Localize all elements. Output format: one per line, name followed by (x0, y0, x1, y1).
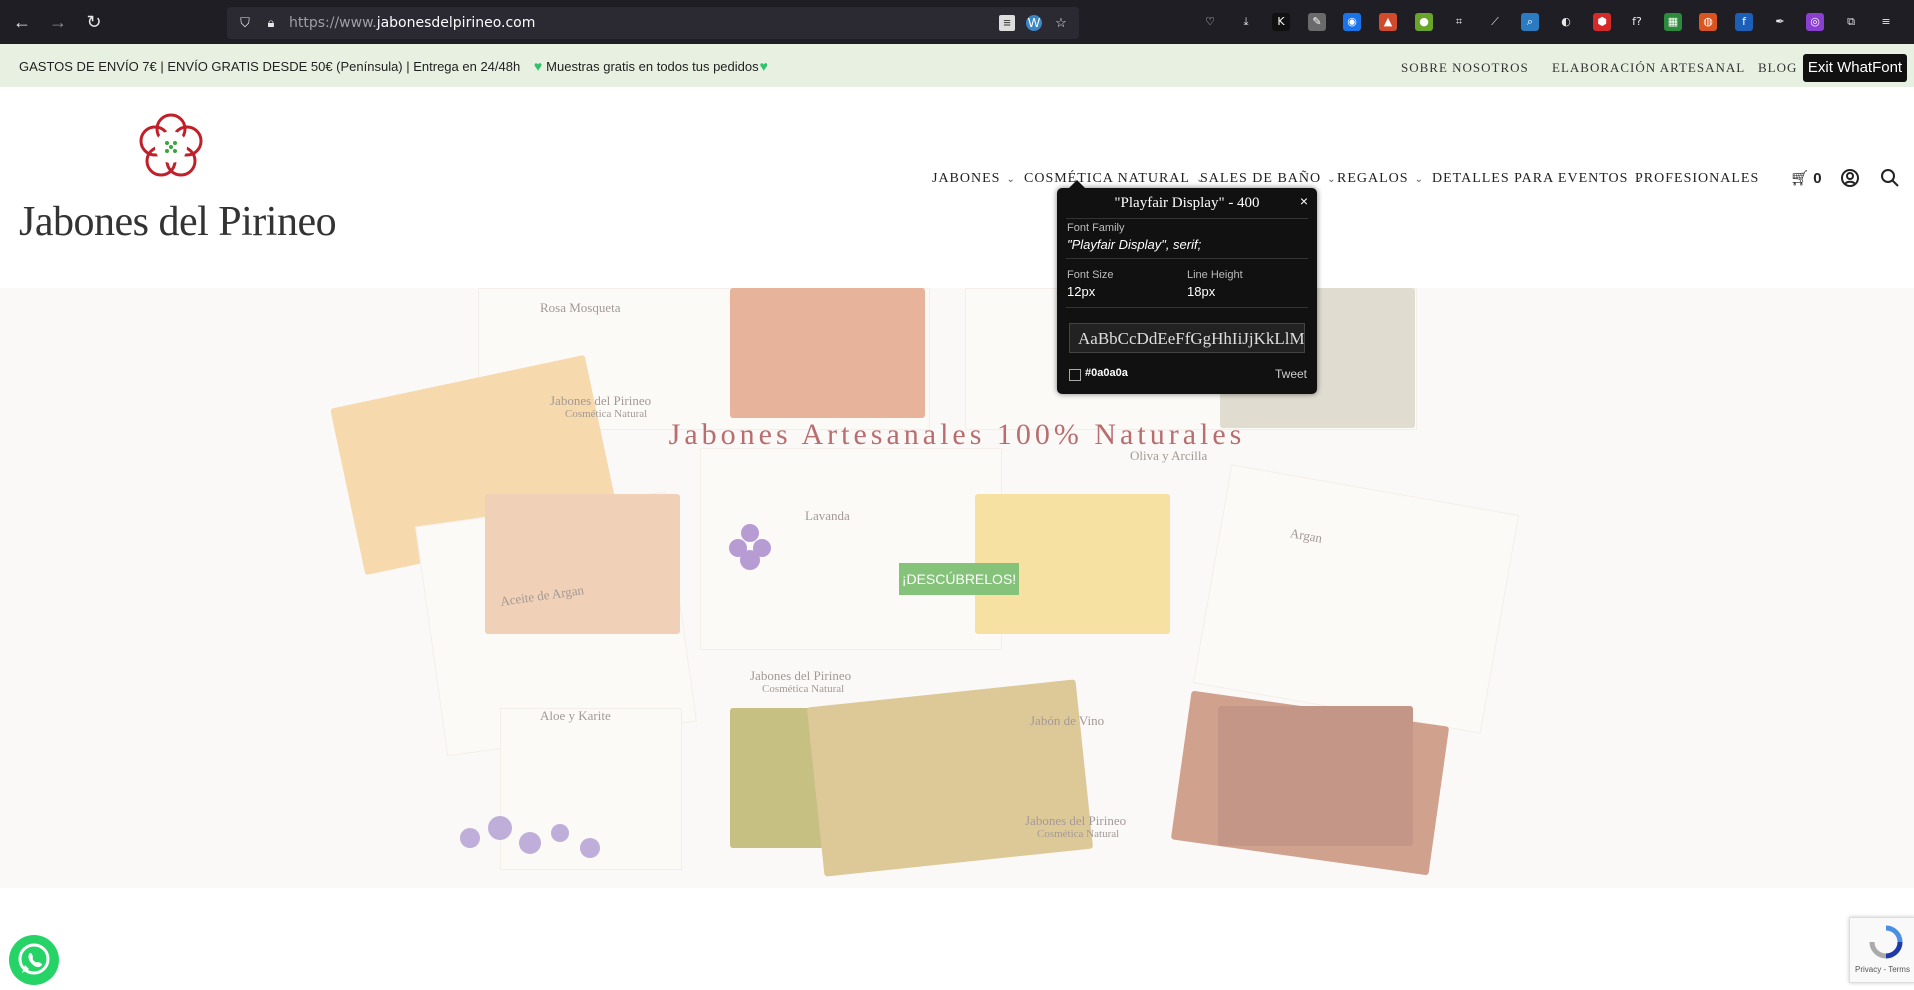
address-bar[interactable]: ⛉ 🔒︎ https://www.jabonesdelpirineo.com ≡… (227, 7, 1079, 39)
green-extension-icon[interactable]: ● (1415, 13, 1433, 31)
nav-profesionales[interactable]: PROFESIONALES (1635, 171, 1759, 187)
recaptcha-icon (1869, 925, 1903, 959)
nav-label: PROFESIONALES (1635, 171, 1760, 186)
wordpress-icon[interactable]: W (1026, 15, 1042, 31)
menu-icon[interactable]: ≡ (1877, 13, 1895, 31)
adblock-icon[interactable]: ⬢ (1593, 13, 1611, 31)
shield-icon[interactable]: ⛉ (237, 15, 253, 31)
notes-icon[interactable]: ✎ (1308, 13, 1326, 31)
cart-icon: 🛒︎ (1790, 170, 1810, 187)
cart-button[interactable]: 🛒︎ 0 (1790, 169, 1822, 187)
shipping-info: GASTOS DE ENVÍO 7€ | ENVÍO GRATIS DESDE … (19, 59, 521, 74)
toplink-blog[interactable]: BLOG (1758, 60, 1797, 76)
whatfont-title: "Playfair Display" - 400 (1114, 195, 1260, 211)
whatsapp-icon (18, 943, 50, 975)
url-text[interactable]: https://www.jabonesdelpirineo.com (289, 15, 535, 31)
heart-icon: ♥ (533, 58, 543, 74)
toplink-elaboracion[interactable]: ELABORACIÓN ARTESANAL (1552, 60, 1745, 76)
nav-label: COSMÉTICA NATURAL (1024, 171, 1190, 186)
nav-detalles-eventos[interactable]: DETALLES PARA EVENTOS ⌄ (1432, 171, 1644, 187)
cart-count: 0 (1813, 170, 1822, 187)
divider (1066, 258, 1308, 259)
nav-label: JABONES (932, 171, 1001, 186)
line-height-label: Line Height (1187, 269, 1243, 281)
pocket-icon[interactable]: ♡ (1201, 13, 1219, 31)
bookmark-star-icon[interactable]: ☆ (1053, 15, 1069, 31)
hero-banner: Rosa Mosqueta Aceite de Argan Lavanda Al… (0, 288, 1914, 888)
k-extension-icon[interactable]: K (1272, 13, 1290, 31)
chevron-down-icon: ⌄ (1006, 174, 1016, 185)
nav-sales-de-bano[interactable]: SALES DE BAÑO ⌄ (1200, 171, 1337, 187)
divider (1066, 218, 1308, 219)
crop-icon[interactable]: ⌗ (1450, 13, 1468, 31)
toplink-sobre-nosotros[interactable]: SOBRE NOSOTROS (1401, 60, 1529, 76)
pulse-icon[interactable]: ◎ (1806, 13, 1824, 31)
tweet-link[interactable]: Tweet (1275, 367, 1307, 381)
whatsapp-button[interactable] (9, 935, 59, 985)
font-sample: AaBbCcDdEeFfGgHhIiJjKkLlMm (1069, 323, 1305, 353)
nav-jabones[interactable]: JABONES ⌄ (932, 171, 1016, 187)
lock-icon[interactable]: 🔒︎ (263, 15, 279, 31)
samples-info: Muestras gratis en todos tus pedidos (546, 59, 759, 74)
heart-icon: ♥ (759, 58, 768, 74)
line-height-value: 18px (1187, 284, 1216, 299)
nav-label: DETALLES PARA EVENTOS (1432, 171, 1629, 186)
shield-extension-icon[interactable]: ◍ (1699, 13, 1717, 31)
discover-button[interactable]: ¡DESCÚBRELOS! (899, 563, 1019, 595)
hero-title: Jabones Artesanales 100% Naturales (668, 418, 1246, 451)
nav-cosmetica-natural[interactable]: COSMÉTICA NATURAL ⌄ (1024, 171, 1205, 187)
chevron-down-icon: ⌄ (1414, 174, 1424, 185)
chevron-down-icon: ⌄ (1327, 174, 1337, 185)
page-counter-icon[interactable]: ▦ (1664, 13, 1682, 31)
font-size-label: Font Size (1067, 269, 1114, 281)
whatfont-icon[interactable]: f? (1628, 13, 1646, 31)
logo-flower-icon[interactable] (136, 111, 206, 181)
pen-icon[interactable]: ✒ (1771, 13, 1789, 31)
url-domain: jabonesdelpirineo.com (376, 15, 536, 31)
fox-icon[interactable]: ▲ (1379, 13, 1397, 31)
recaptcha-terms[interactable]: Privacy - Terms (1855, 965, 1910, 974)
nav-label: REGALOS (1337, 171, 1409, 186)
nav-regalos[interactable]: REGALOS ⌄ (1337, 171, 1424, 187)
color-checkbox[interactable] (1069, 369, 1081, 381)
search-extension-icon[interactable]: ⌕ (1521, 13, 1539, 31)
reload-icon[interactable]: ↻ (84, 12, 104, 32)
font-family-label: Font Family (1067, 222, 1125, 234)
promo-message: GASTOS DE ENVÍO 7€ | ENVÍO GRATIS DESDE … (19, 58, 772, 74)
browser-toolbar: ← → ↻ ⛉ 🔒︎ https://www.jabonesdelpirineo… (0, 0, 1914, 44)
font-size-value: 12px (1067, 284, 1096, 299)
puzzle-icon[interactable]: ⧉ (1842, 13, 1860, 31)
account-icon[interactable] (1840, 168, 1860, 188)
promo-bar: GASTOS DE ENVÍO 7€ | ENVÍO GRATIS DESDE … (0, 44, 1914, 87)
recaptcha-badge[interactable]: Privacy - Terms (1849, 917, 1914, 983)
feather-icon[interactable]: ⟋ (1486, 13, 1504, 31)
divider (1066, 307, 1308, 308)
exit-whatfont-button[interactable]: Exit WhatFont (1803, 54, 1907, 82)
back-icon[interactable]: ← (12, 12, 32, 32)
reader-icon[interactable]: ≡ (999, 15, 1015, 31)
popup-arrow (1069, 180, 1085, 188)
incognito-icon[interactable]: ◐ (1557, 13, 1575, 31)
nav-label: SALES DE BAÑO (1200, 171, 1322, 186)
logo-text[interactable]: Jabones del Pirineo (19, 198, 337, 246)
download-icon[interactable]: ⤓ (1237, 13, 1255, 31)
chrome-icon[interactable]: ◉ (1343, 13, 1361, 31)
whatfont-popup: "Playfair Display" - 400 × Font Family "… (1057, 180, 1317, 394)
font-color-value: #0a0a0a (1085, 367, 1128, 379)
font-family-value: "Playfair Display", serif; (1067, 237, 1202, 252)
close-icon[interactable]: × (1300, 193, 1308, 209)
facebook-icon[interactable]: f (1735, 13, 1753, 31)
url-prefix: https://www. (289, 15, 377, 31)
forward-icon[interactable]: → (48, 12, 68, 32)
search-icon[interactable] (1880, 168, 1900, 188)
